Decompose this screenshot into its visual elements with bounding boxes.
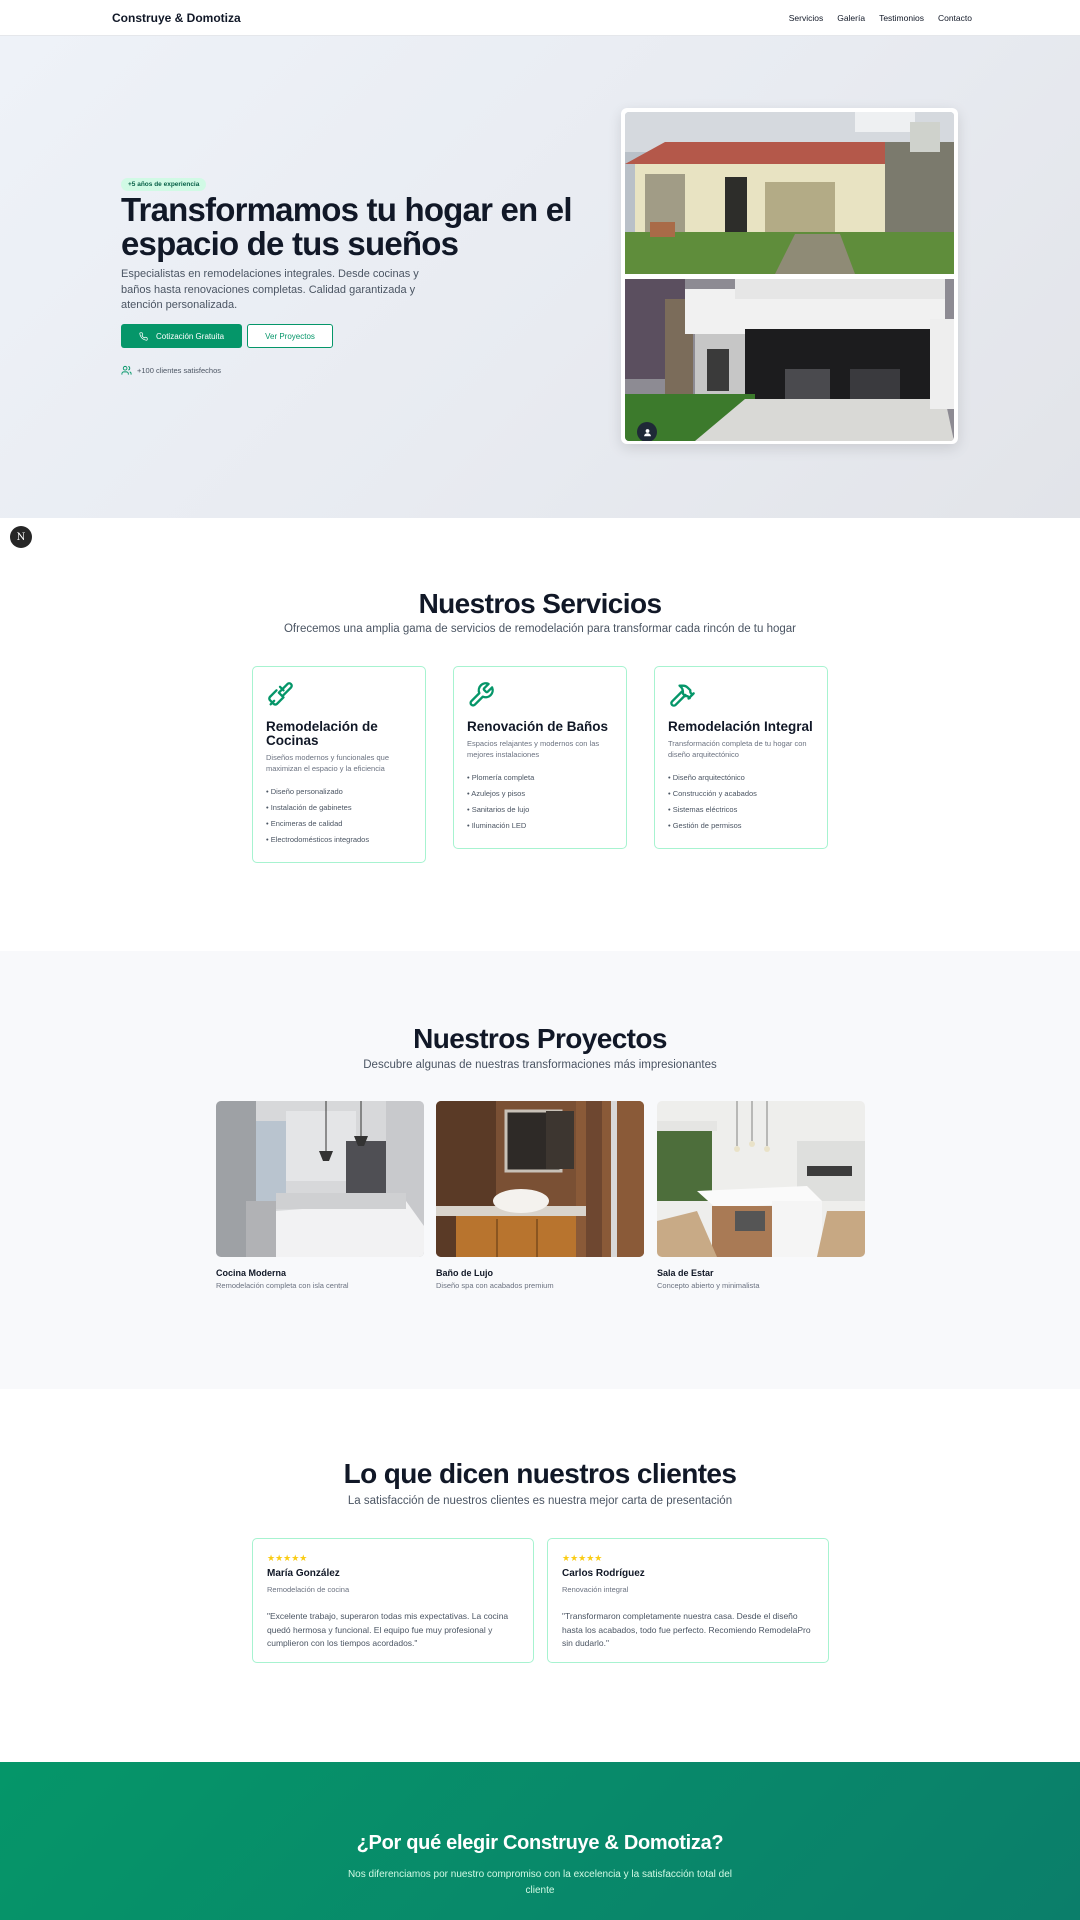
hero-section: +5 años de experiencia Transformamos tu … xyxy=(0,36,1080,548)
projects-title: Nuestros Proyectos xyxy=(413,1023,667,1054)
users-icon xyxy=(121,365,132,375)
testimonial-role: Renovación integral xyxy=(562,1585,629,1594)
services-subtitle: Ofrecemos una amplia gama de servicios d… xyxy=(283,623,796,635)
testimonial-name: Carlos Rodríguez xyxy=(562,1568,645,1579)
hero-title: Transformamos tu hogar en el espacio de … xyxy=(121,191,573,262)
top-navbar: Construye & Domotiza Servicios Galería T… xyxy=(0,0,1080,36)
testimonial-card: ★★★★★ María González Remodelación de coc… xyxy=(252,1538,534,1663)
after-house-photo xyxy=(625,279,954,441)
service-feature: • Construcción y acabados xyxy=(668,789,757,798)
free-quote-label: Cotización Gratuita xyxy=(155,331,225,341)
project-card-living[interactable]: Sala de Estar Concepto abierto y minimal… xyxy=(657,1101,865,1290)
floating-n-badge[interactable]: N xyxy=(10,526,32,548)
testimonial-quote: "Excelente trabajo, superaron todas mis … xyxy=(267,1611,509,1648)
hammer-icon xyxy=(670,684,695,707)
service-feature: • Diseño arquitectónico xyxy=(668,773,745,782)
phone-icon xyxy=(139,331,148,341)
testimonial-name: María González xyxy=(267,1568,340,1579)
why-subtitle: Nos diferenciamos por nuestro compromiso… xyxy=(347,1869,733,1896)
service-title: Renovación de Baños xyxy=(467,719,609,734)
nav-link-testimonios[interactable]: Testimonios xyxy=(879,13,924,23)
service-feature: • Sanitarios de lujo xyxy=(467,805,530,814)
service-feature-list: • Diseño personalizado • Instalación de … xyxy=(266,784,412,848)
why-title: ¿Por qué elegir Construye & Domotiza? xyxy=(356,1832,724,1854)
service-feature: • Sistemas eléctricos xyxy=(668,805,738,814)
service-feature: • Encimeras de calidad xyxy=(266,819,343,828)
service-description: Espacios relajantes y modernos con las m… xyxy=(467,739,600,759)
service-description: Diseños modernos y funcionales que maxim… xyxy=(266,753,389,773)
project-card-kitchen[interactable]: Cocina Moderna Remodelación completa con… xyxy=(216,1101,424,1290)
service-feature: • Iluminación LED xyxy=(467,821,527,830)
projects-subtitle: Descubre algunas de nuestras transformac… xyxy=(363,1059,717,1071)
testimonial-role: Remodelación de cocina xyxy=(267,1585,350,1594)
testimonials-title: Lo que dicen nuestros clientes xyxy=(343,1458,737,1489)
wrench-icon xyxy=(469,682,494,707)
services-title: Nuestros Servicios xyxy=(418,588,662,619)
service-description: Transformación completa de tu hogar con … xyxy=(668,739,807,759)
bathroom-photo xyxy=(436,1101,644,1257)
hero-description: Especialistas en remodelaciones integral… xyxy=(121,268,419,311)
project-title: Baño de Lujo xyxy=(436,1268,493,1278)
service-feature: • Diseño personalizado xyxy=(266,787,343,796)
testimonial-quote: "Transformaron completamente nuestra cas… xyxy=(562,1611,811,1648)
hero-image-card xyxy=(621,108,958,444)
free-quote-button[interactable]: Cotización Gratuita xyxy=(121,324,242,348)
project-description: Diseño spa con acabados premium xyxy=(436,1281,554,1290)
project-description: Concepto abierto y minimalista xyxy=(657,1281,760,1290)
service-feature-list: • Plomería completa • Azulejos y pisos •… xyxy=(467,770,613,834)
nav-links: Servicios Galería Testimonios Contacto xyxy=(789,13,972,23)
nav-link-contacto[interactable]: Contacto xyxy=(938,13,972,23)
star-rating-icon: ★★★★★ xyxy=(562,1553,603,1563)
service-feature: • Plomería completa xyxy=(467,773,535,782)
star-rating-icon: ★★★★★ xyxy=(267,1553,308,1563)
kitchen-photo xyxy=(216,1101,424,1257)
service-feature: • Electrodomésticos integrados xyxy=(266,835,370,844)
nav-link-servicios[interactable]: Servicios xyxy=(789,13,823,23)
experience-badge: +5 años de experiencia xyxy=(121,178,207,191)
project-card-bathroom[interactable]: Baño de Lujo Diseño spa con acabados pre… xyxy=(436,1101,644,1290)
service-card-kitchens[interactable]: Remodelación de Cocinas Diseños modernos… xyxy=(252,666,426,863)
project-title: Cocina Moderna xyxy=(216,1268,287,1278)
brand-logo[interactable]: Construye & Domotiza xyxy=(112,11,241,25)
clients-count: +100 clientes satisfechos xyxy=(121,365,221,376)
clients-count-label: +100 clientes satisfechos xyxy=(137,366,222,375)
service-title: Remodelación de Cocinas xyxy=(266,719,378,748)
service-card-integral[interactable]: Remodelación Integral Transformación com… xyxy=(654,666,828,849)
service-feature: • Instalación de gabinetes xyxy=(266,803,352,812)
view-projects-button[interactable]: Ver Proyectos xyxy=(247,324,333,348)
service-feature-list: • Diseño arquitectónico • Construcción y… xyxy=(668,770,814,834)
testimonials-subtitle: La satisfacción de nuestros clientes es … xyxy=(347,1495,733,1507)
why-choose-section: ¿Por qué elegir Construye & Domotiza? No… xyxy=(0,1762,1080,1920)
user-avatar-icon xyxy=(637,422,657,441)
service-feature: • Azulejos y pisos xyxy=(467,789,526,798)
project-title: Sala de Estar xyxy=(657,1268,714,1278)
service-title: Remodelación Integral xyxy=(668,719,813,734)
service-card-bathrooms[interactable]: Renovación de Baños Espacios relajantes … xyxy=(453,666,627,849)
project-description: Remodelación completa con isla central xyxy=(216,1281,349,1290)
testimonial-card: ★★★★★ Carlos Rodríguez Renovación integr… xyxy=(547,1538,829,1663)
living-room-photo xyxy=(657,1101,865,1257)
paintbrush-icon xyxy=(268,682,293,706)
before-house-photo xyxy=(625,112,954,274)
service-feature: • Gestión de permisos xyxy=(668,821,742,830)
nav-link-galeria[interactable]: Galería xyxy=(837,13,865,23)
